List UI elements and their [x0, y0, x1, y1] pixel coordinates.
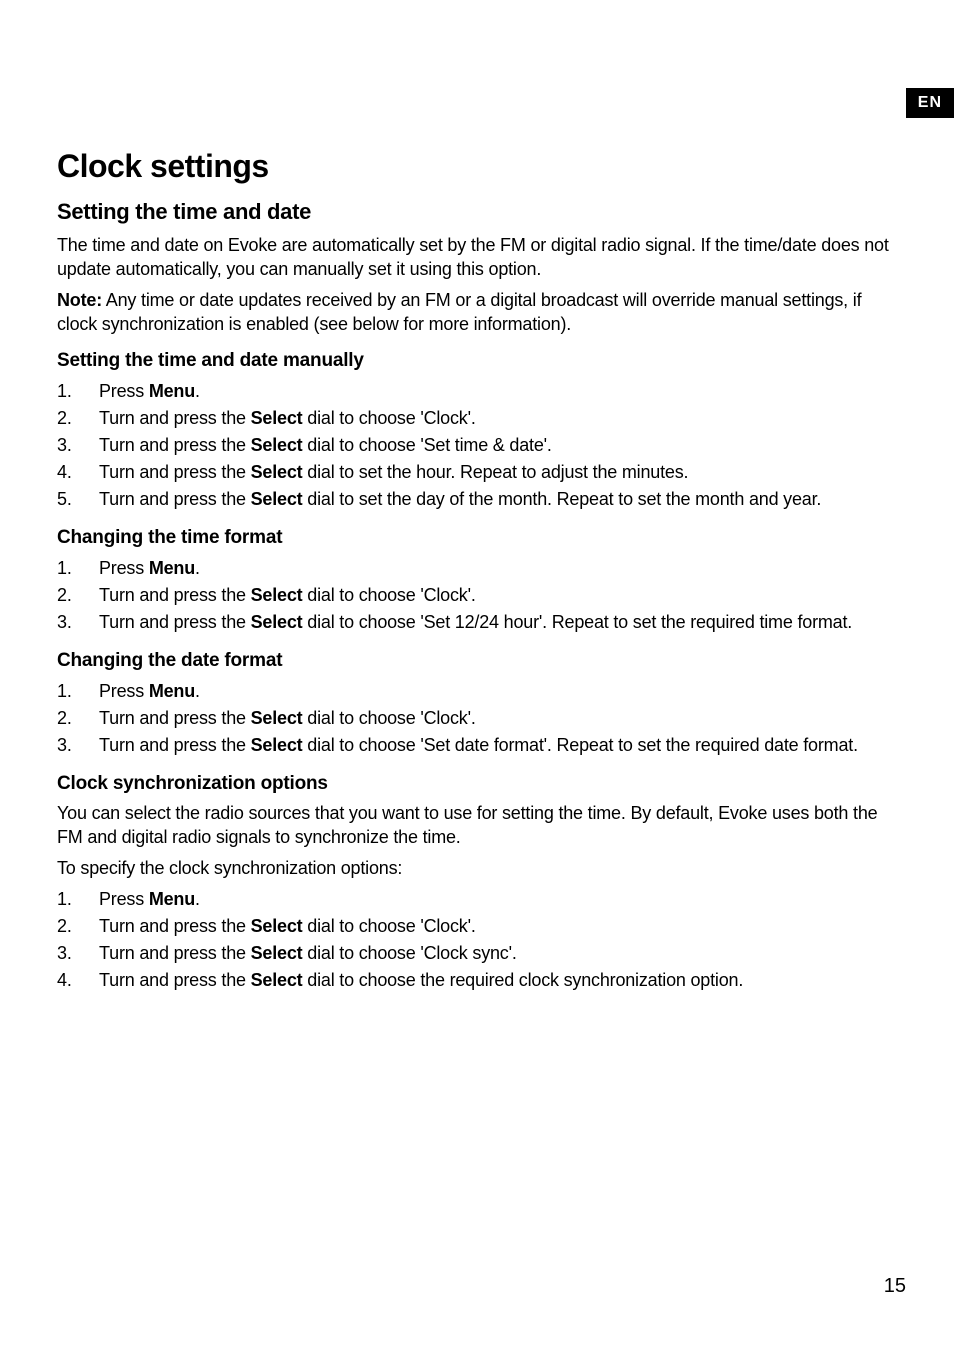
list-item: Turn and press the Select dial to choose…: [57, 913, 906, 940]
section-heading-setting-time-date: Setting the time and date: [57, 199, 906, 225]
subsection-heading-date-format: Changing the date format: [57, 650, 906, 672]
intro-paragraph: The time and date on Evoke are automatic…: [57, 233, 906, 282]
list-item: Turn and press the Select dial to set th…: [57, 486, 906, 513]
list-item: Turn and press the Select dial to choose…: [57, 405, 906, 432]
note-paragraph: Note: Any time or date updates received …: [57, 288, 906, 337]
list-item: Turn and press the Select dial to choose…: [57, 582, 906, 609]
note-text: Any time or date updates received by an …: [57, 290, 861, 334]
steps-list-manual: Press Menu. Turn and press the Select di…: [57, 378, 906, 513]
list-item: Turn and press the Select dial to choose…: [57, 609, 906, 636]
subsection-heading-time-format: Changing the time format: [57, 527, 906, 549]
subsection-heading-manual: Setting the time and date manually: [57, 350, 906, 372]
list-item: Press Menu.: [57, 555, 906, 582]
list-item: Press Menu.: [57, 678, 906, 705]
list-item: Press Menu.: [57, 378, 906, 405]
list-item: Turn and press the Select dial to choose…: [57, 432, 906, 459]
list-item: Turn and press the Select dial to choose…: [57, 732, 906, 759]
list-item: Turn and press the Select dial to choose…: [57, 967, 906, 994]
subsection-heading-clock-sync: Clock synchronization options: [57, 773, 906, 795]
list-item: Press Menu.: [57, 886, 906, 913]
steps-list-clock-sync: Press Menu. Turn and press the Select di…: [57, 886, 906, 994]
sync-paragraph-2: To specify the clock synchronization opt…: [57, 856, 906, 880]
steps-list-date-format: Press Menu. Turn and press the Select di…: [57, 678, 906, 759]
sync-paragraph-1: You can select the radio sources that yo…: [57, 801, 906, 850]
steps-list-time-format: Press Menu. Turn and press the Select di…: [57, 555, 906, 636]
page-number: 15: [884, 1275, 906, 1298]
list-item: Turn and press the Select dial to choose…: [57, 705, 906, 732]
page-content: Clock settings Setting the time and date…: [57, 148, 906, 1002]
list-item: Turn and press the Select dial to set th…: [57, 459, 906, 486]
note-label: Note:: [57, 290, 102, 310]
list-item: Turn and press the Select dial to choose…: [57, 940, 906, 967]
page-title: Clock settings: [57, 148, 906, 185]
language-tab: EN: [906, 88, 954, 118]
